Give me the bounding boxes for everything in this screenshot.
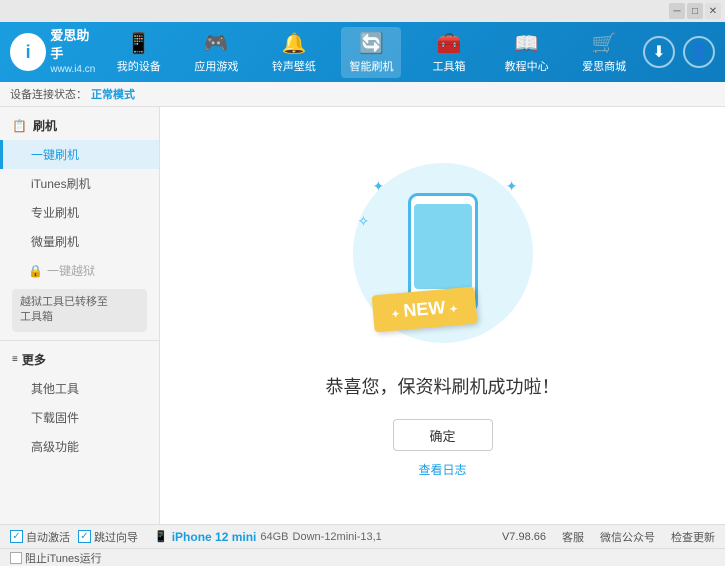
more-section-icon: ≡ [12, 354, 18, 365]
sidebar-pro-label: 专业刷机 [31, 206, 79, 220]
nav-bar: 📱 我的设备 🎮 应用游戏 🔔 铃声壁纸 🔄 智能刷机 🧰 工具箱 📖 教程中心… [100, 27, 643, 78]
status-label: 设备连接状态： [10, 86, 87, 102]
shop-icon: 🛒 [592, 31, 617, 56]
lock-icon: 🔒 [28, 264, 43, 278]
sidebar-item-download-firmware[interactable]: 下载固件 [0, 403, 159, 432]
sparkle-1: ✦ [373, 178, 385, 195]
device-model: Down-12mini-13,1 [293, 531, 382, 543]
wechat-link[interactable]: 微信公众号 [600, 529, 655, 545]
nav-app-game-label: 应用游戏 [194, 58, 238, 74]
toolbox-icon: 🧰 [437, 31, 462, 56]
nav-toolbox[interactable]: 🧰 工具箱 [419, 27, 479, 78]
bottom-left: ✓ 自动激活 ✓ 跳过向导 📱 iPhone 12 mini 64GB Down… [10, 529, 502, 545]
block-itunes-check [10, 552, 22, 564]
nav-shop[interactable]: 🛒 爱思商城 [574, 27, 634, 78]
logo: i 爱思助手 www.i4.cn [10, 27, 100, 77]
sidebar-item-advanced[interactable]: 高级功能 [0, 432, 159, 461]
minimize-btn[interactable]: ─ [669, 3, 685, 19]
footer-bar: 阻止iTunes运行 [0, 548, 725, 566]
sidebar-item-pro[interactable]: 专业刷机 [0, 198, 159, 227]
phone-screen [414, 204, 472, 289]
sidebar-note: 越狱工具已转移至工具箱 [12, 289, 147, 332]
skip-wizard-checkbox[interactable]: ✓ 跳过向导 [78, 529, 138, 545]
bottom-right: V7.98.66 客服 微信公众号 检查更新 [502, 529, 715, 545]
support-link[interactable]: 客服 [562, 529, 584, 545]
nav-app-game[interactable]: 🎮 应用游戏 [186, 27, 246, 78]
logo-circle: i [10, 33, 46, 71]
status-value: 正常模式 [91, 86, 135, 102]
header-right: ⬇ 👤 [643, 36, 715, 68]
download-firmware-label: 下载固件 [31, 411, 79, 425]
sidebar-section-flash: 📋 刷机 [0, 111, 159, 140]
confirm-button[interactable]: 确定 [393, 419, 493, 451]
check-update-link[interactable]: 检查更新 [671, 529, 715, 545]
sidebar-locked-label: 一键越狱 [47, 262, 95, 279]
sidebar-micro-label: 微量刷机 [31, 235, 79, 249]
bottom-bar: ✓ 自动激活 ✓ 跳过向导 📱 iPhone 12 mini 64GB Down… [0, 524, 725, 548]
header: i 爱思助手 www.i4.cn 📱 我的设备 🎮 应用游戏 🔔 铃声壁纸 🔄 … [0, 22, 725, 82]
tutorial-icon: 📖 [514, 31, 539, 56]
status-bar: 设备连接状态： 正常模式 [0, 82, 725, 107]
nav-tutorial[interactable]: 📖 教程中心 [497, 27, 557, 78]
nav-ringtone[interactable]: 🔔 铃声壁纸 [264, 27, 324, 78]
sidebar-item-itunes[interactable]: iTunes刷机 [0, 169, 159, 198]
version-label: V7.98.66 [502, 531, 546, 543]
sidebar: 📋 刷机 一键刷机 iTunes刷机 专业刷机 微量刷机 🔒 一键越狱 越狱工具… [0, 107, 160, 524]
block-itunes-label: 阻止iTunes运行 [25, 550, 102, 566]
sidebar-item-one-click[interactable]: 一键刷机 [0, 140, 159, 169]
auto-start-check: ✓ [10, 530, 23, 543]
flash-section-icon: 📋 [12, 119, 27, 133]
device-storage: 64GB [260, 531, 288, 543]
content-area: ✦ ✦ ✧ NEW 恭喜您，保资料刷机成功啦！ 确定 查看日志 [160, 107, 725, 524]
sidebar-item-micro[interactable]: 微量刷机 [0, 227, 159, 256]
device-name: iPhone 12 mini [172, 530, 257, 544]
sidebar-more-label: 更多 [22, 351, 46, 368]
sidebar-one-click-label: 一键刷机 [31, 148, 79, 162]
sidebar-divider [0, 340, 159, 341]
user-btn[interactable]: 👤 [683, 36, 715, 68]
nav-smart-flash-label: 智能刷机 [349, 58, 393, 74]
logo-text: 爱思助手 www.i4.cn [50, 27, 100, 77]
success-illustration: ✦ ✦ ✧ NEW [343, 153, 543, 353]
device-phone-icon: 📱 [154, 530, 168, 543]
other-tools-label: 其他工具 [31, 382, 79, 396]
auto-start-checkbox[interactable]: ✓ 自动激活 [10, 529, 70, 545]
app-icon: 🎮 [204, 31, 229, 56]
ringtone-icon: 🔔 [281, 31, 306, 56]
advanced-label: 高级功能 [31, 440, 79, 454]
skip-wizard-check: ✓ [78, 530, 91, 543]
main-content: 📋 刷机 一键刷机 iTunes刷机 专业刷机 微量刷机 🔒 一键越狱 越狱工具… [0, 107, 725, 524]
auto-start-label: 自动激活 [26, 529, 70, 545]
block-itunes-checkbox[interactable]: 阻止iTunes运行 [10, 550, 102, 566]
sidebar-locked-jailbreak: 🔒 一键越狱 [0, 256, 159, 285]
sidebar-section-more: ≡ 更多 [0, 345, 159, 374]
device-info: 📱 iPhone 12 mini 64GB Down-12mini-13,1 [154, 530, 382, 544]
success-text: 恭喜您，保资料刷机成功啦！ [326, 373, 560, 399]
nav-my-device-label: 我的设备 [117, 58, 161, 74]
skip-wizard-label: 跳过向导 [94, 529, 138, 545]
nav-shop-label: 爱思商城 [582, 58, 626, 74]
download-btn[interactable]: ⬇ [643, 36, 675, 68]
sidebar-item-other-tools[interactable]: 其他工具 [0, 374, 159, 403]
goto-log-link[interactable]: 查看日志 [418, 461, 466, 478]
sparkle-3: ✧ [358, 213, 370, 230]
nav-my-device[interactable]: 📱 我的设备 [109, 27, 169, 78]
maximize-btn[interactable]: □ [687, 3, 703, 19]
flash-icon: 🔄 [359, 31, 384, 56]
title-bar: ─ □ ✕ [0, 0, 725, 22]
nav-smart-flash[interactable]: 🔄 智能刷机 [341, 27, 401, 78]
device-icon: 📱 [126, 31, 151, 56]
sidebar-itunes-label: iTunes刷机 [31, 177, 91, 191]
nav-ringtone-label: 铃声壁纸 [272, 58, 316, 74]
nav-tutorial-label: 教程中心 [505, 58, 549, 74]
close-btn[interactable]: ✕ [705, 3, 721, 19]
sparkle-2: ✦ [506, 178, 518, 195]
sidebar-section-flash-label: 刷机 [33, 117, 57, 134]
nav-toolbox-label: 工具箱 [433, 58, 466, 74]
